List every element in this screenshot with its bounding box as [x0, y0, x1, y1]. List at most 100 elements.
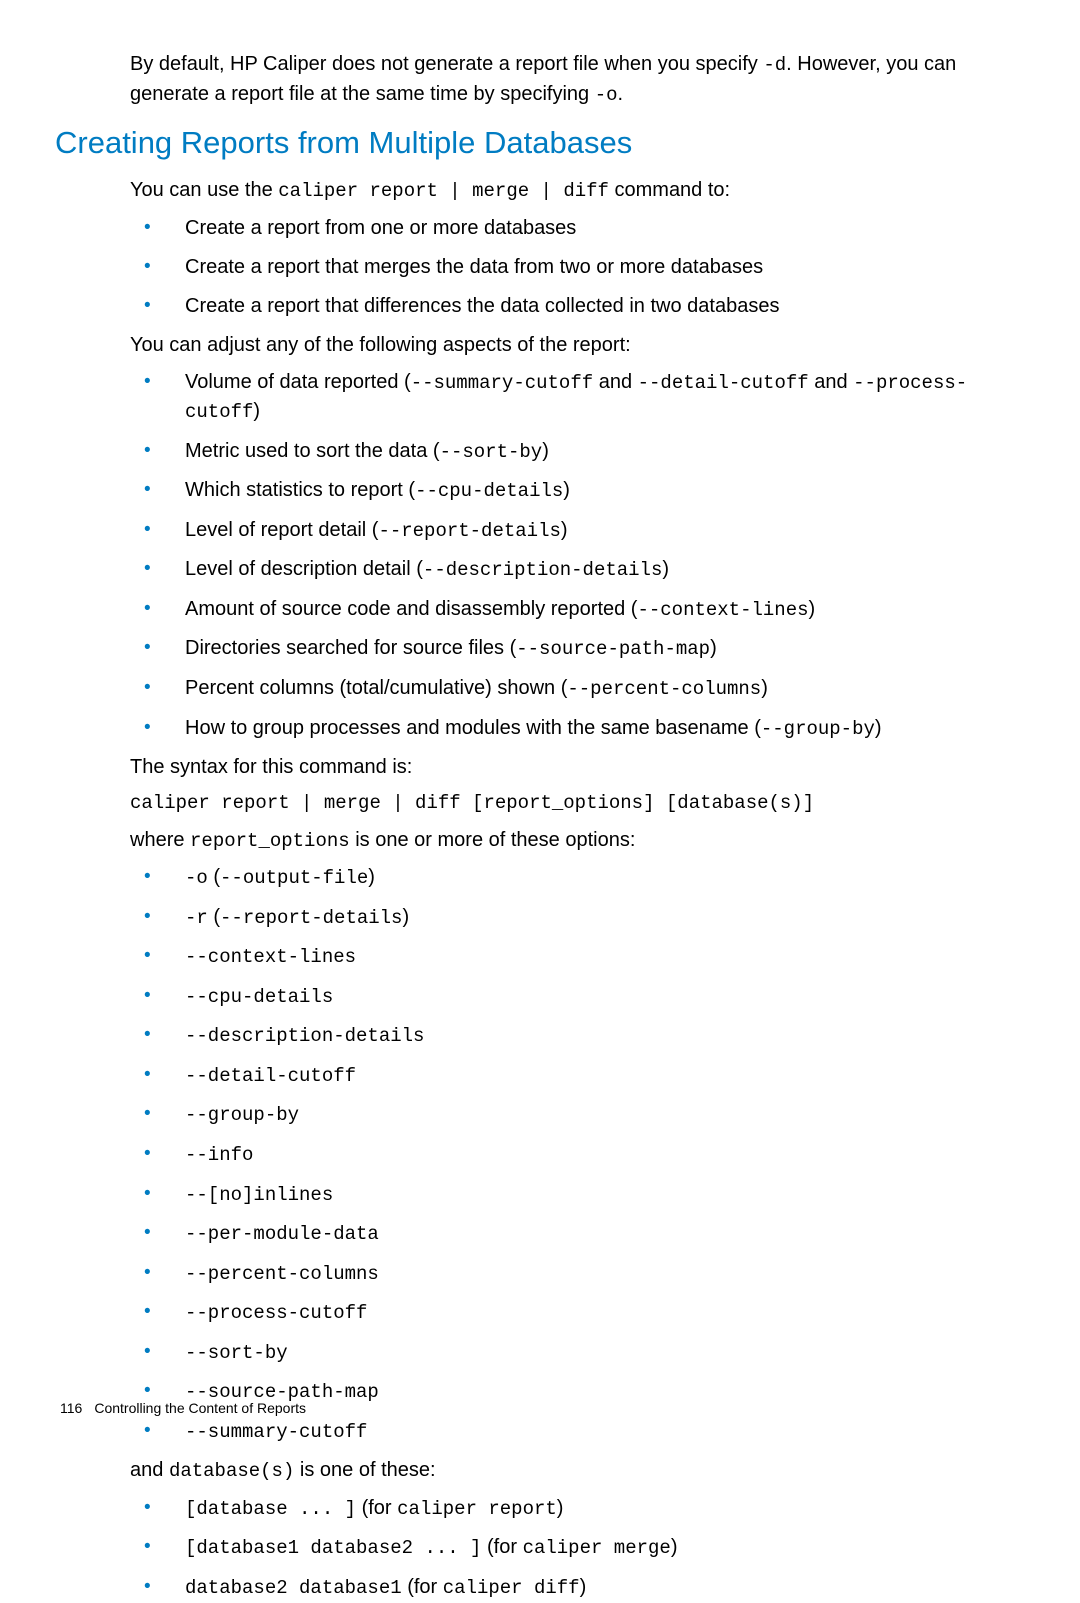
- list-item: --process-cutoff: [130, 1298, 990, 1328]
- list-item: --[no]inlines: [130, 1180, 990, 1210]
- list-item: --detail-cutoff: [130, 1061, 990, 1091]
- code-inline: -r: [185, 907, 208, 929]
- code-inline: --context-lines: [637, 599, 808, 621]
- list-item: Level of report detail (--report-details…: [130, 516, 990, 546]
- list-item: Level of description detail (--descripti…: [130, 555, 990, 585]
- text: ): [710, 637, 717, 659]
- code-inline: --info: [185, 1144, 253, 1166]
- code-inline: -d: [763, 54, 786, 76]
- text: Amount of source code and disassembly re…: [185, 598, 637, 620]
- list-item: Create a report that differences the dat…: [130, 292, 990, 321]
- code-inline: caliper diff: [443, 1577, 580, 1599]
- text: ): [253, 400, 260, 422]
- code-inline: --cpu-details: [415, 480, 563, 502]
- code-inline: --context-lines: [185, 946, 356, 968]
- code-inline: --report-details: [378, 520, 560, 542]
- footer-title: Controlling the Content of Reports: [94, 1400, 306, 1416]
- bullet-list: -o (--output-file) -r (--report-details)…: [130, 863, 990, 1446]
- paragraph: and database(s) is one of these:: [130, 1456, 990, 1486]
- list-item: --group-by: [130, 1100, 990, 1130]
- code-inline: caliper report: [397, 1498, 557, 1520]
- code-inline: -o: [185, 867, 208, 889]
- list-item: Volume of data reported (--summary-cutof…: [130, 368, 990, 427]
- paragraph: The syntax for this command is:: [130, 753, 990, 782]
- text: Volume of data reported (: [185, 371, 411, 393]
- code-inline: --group-by: [185, 1104, 299, 1126]
- text: ): [561, 519, 568, 541]
- bullet-list: Volume of data reported (--summary-cutof…: [130, 368, 990, 743]
- code-inline: caliper report | merge | diff: [278, 180, 609, 202]
- text: ): [671, 1536, 678, 1558]
- list-item: [database1 database2 ... ] (for caliper …: [130, 1533, 990, 1563]
- code-inline: --summary-cutoff: [411, 372, 593, 394]
- command-line: caliper report | merge | diff [report_op…: [130, 790, 990, 818]
- text: Metric used to sort the data (: [185, 440, 440, 462]
- text: Level of description detail (: [185, 558, 423, 580]
- code-inline: --detail-cutoff: [638, 372, 809, 394]
- code-inline: --report-details: [220, 907, 402, 929]
- text: .: [618, 83, 624, 105]
- code-inline: --process-cutoff: [185, 1302, 367, 1324]
- text: ): [402, 906, 409, 928]
- text: is one or more of these options:: [350, 829, 636, 851]
- text: ): [557, 1497, 564, 1519]
- list-item: How to group processes and modules with …: [130, 714, 990, 744]
- list-item: Amount of source code and disassembly re…: [130, 595, 990, 625]
- text: and: [809, 371, 853, 393]
- list-item: Create a report from one or more databas…: [130, 214, 990, 243]
- page-number: 116: [60, 1400, 82, 1416]
- text: ): [761, 677, 768, 699]
- list-item: Metric used to sort the data (--sort-by): [130, 437, 990, 467]
- paragraph: You can adjust any of the following aspe…: [130, 331, 990, 360]
- list-item: -r (--report-details): [130, 903, 990, 933]
- section-heading: Creating Reports from Multiple Databases: [55, 121, 990, 166]
- code-inline: caliper merge: [523, 1537, 671, 1559]
- code-inline: report_options: [190, 830, 350, 852]
- text: and: [593, 371, 637, 393]
- code-inline: -o: [595, 84, 618, 106]
- list-item: --info: [130, 1140, 990, 1170]
- list-item: database2 database1 (for caliper diff): [130, 1573, 990, 1603]
- page-footer: 116 Controlling the Content of Reports: [60, 1398, 306, 1418]
- code-inline: --detail-cutoff: [185, 1065, 356, 1087]
- list-item: --description-details: [130, 1021, 990, 1051]
- text: You can use the: [130, 179, 278, 201]
- text: ): [368, 866, 375, 888]
- text: (: [208, 866, 220, 888]
- list-item: [database ... ] (for caliper report): [130, 1494, 990, 1524]
- text: ): [580, 1576, 587, 1598]
- text: is one of these:: [294, 1459, 435, 1481]
- paragraph: You can use the caliper report | merge |…: [130, 176, 990, 206]
- text: Which statistics to report (: [185, 479, 415, 501]
- code-inline: --sort-by: [440, 441, 543, 463]
- text: (for: [402, 1576, 443, 1598]
- list-item: --percent-columns: [130, 1259, 990, 1289]
- code-inline: --cpu-details: [185, 986, 333, 1008]
- code-inline: --[no]inlines: [185, 1184, 333, 1206]
- text: Level of report detail (: [185, 519, 378, 541]
- intro-paragraph: By default, HP Caliper does not generate…: [130, 50, 990, 109]
- code-inline: database(s): [169, 1460, 294, 1482]
- code-inline: --source-path-map: [516, 638, 710, 660]
- list-item: Percent columns (total/cumulative) shown…: [130, 674, 990, 704]
- code-inline: --percent-columns: [567, 678, 761, 700]
- code-inline: --percent-columns: [185, 1263, 379, 1285]
- paragraph: where report_options is one or more of t…: [130, 826, 990, 856]
- list-item: --per-module-data: [130, 1219, 990, 1249]
- list-item: --summary-cutoff: [130, 1417, 990, 1447]
- code-inline: --group-by: [761, 718, 875, 740]
- text: ): [563, 479, 570, 501]
- list-item: --context-lines: [130, 942, 990, 972]
- list-item: Create a report that merges the data fro…: [130, 253, 990, 282]
- text: (for: [356, 1497, 397, 1519]
- text: ): [875, 717, 882, 739]
- text: How to group processes and modules with …: [185, 717, 761, 739]
- code-inline: [database1 database2 ... ]: [185, 1537, 481, 1559]
- text: (for: [481, 1536, 522, 1558]
- text: where: [130, 829, 190, 851]
- code-inline: database2 database1: [185, 1577, 402, 1599]
- code-inline: --output-file: [220, 867, 368, 889]
- list-item: --cpu-details: [130, 982, 990, 1012]
- list-item: -o (--output-file): [130, 863, 990, 893]
- code-inline: --sort-by: [185, 1342, 288, 1364]
